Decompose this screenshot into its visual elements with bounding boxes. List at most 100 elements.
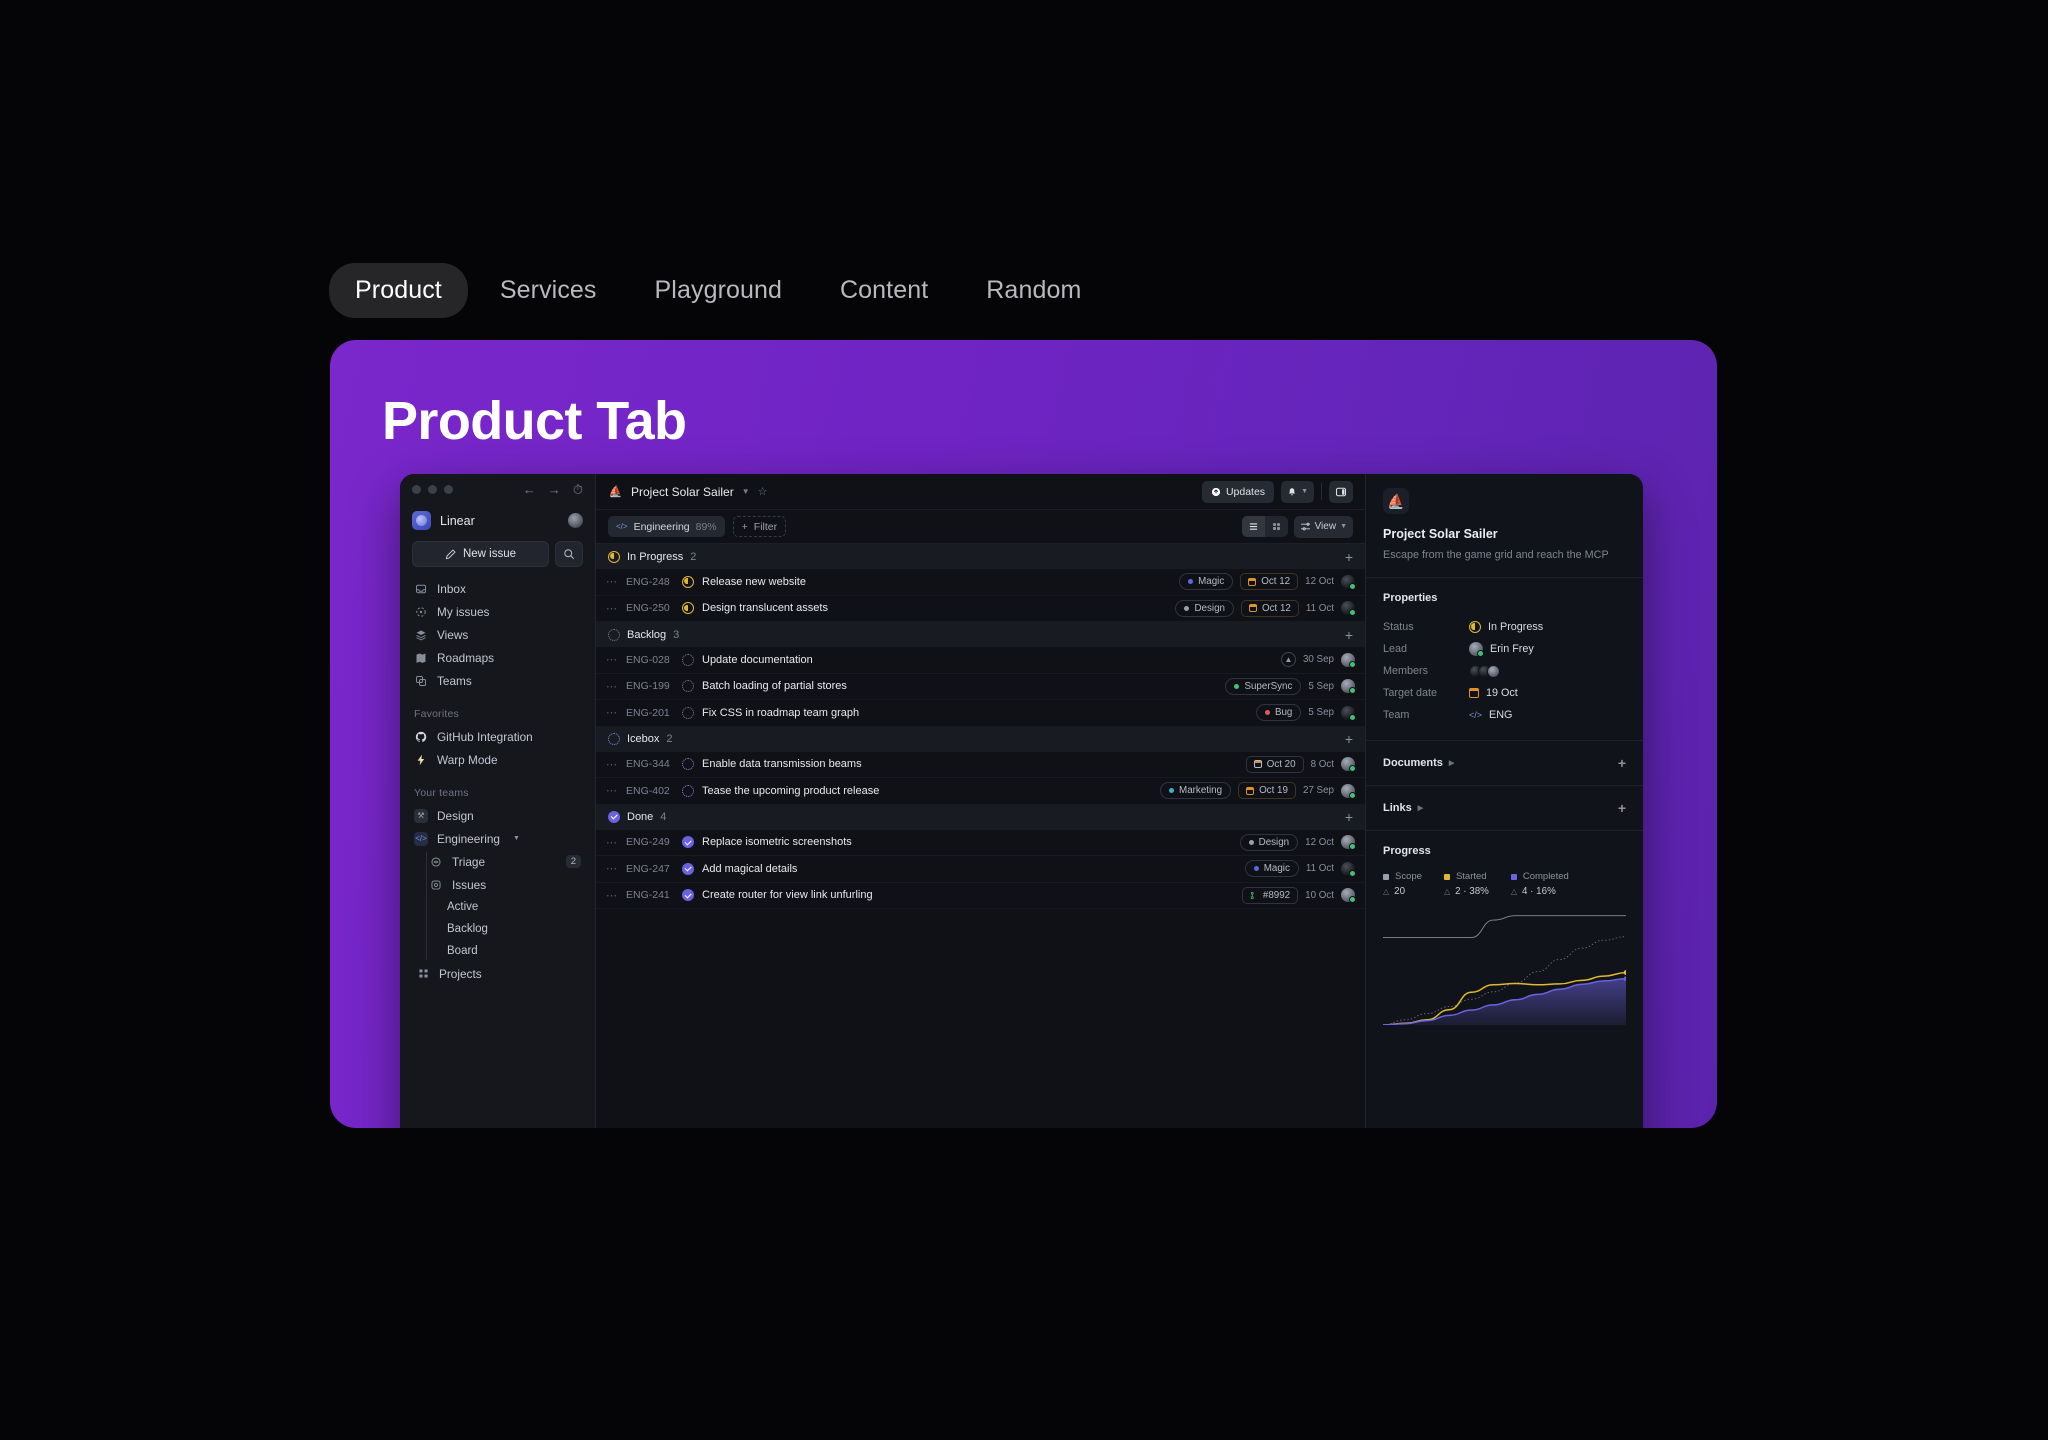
status-done-icon[interactable] — [682, 836, 694, 849]
view-options-button[interactable]: View ▼ — [1293, 515, 1353, 538]
row-menu-icon[interactable]: ⋯ — [606, 575, 618, 588]
sidebar-item-board[interactable]: Board — [421, 940, 587, 962]
row-menu-icon[interactable]: ⋯ — [606, 862, 618, 875]
property-value[interactable]: </> ENG — [1469, 709, 1512, 721]
sidebar-item-design-team[interactable]: ⚒ Design — [408, 804, 587, 827]
links-section[interactable]: Links ▶ + — [1366, 786, 1643, 832]
sidebar-item-roadmaps[interactable]: Roadmaps — [408, 646, 587, 669]
tab-services[interactable]: Services — [474, 263, 623, 318]
sidebar-item-issues[interactable]: Issues — [421, 873, 587, 896]
sidebar-item-teams[interactable]: Teams — [408, 669, 587, 692]
avatar[interactable] — [1341, 835, 1356, 851]
label-tag[interactable]: Design — [1239, 833, 1299, 851]
sidebar-item-my-issues[interactable]: My issues — [408, 600, 587, 623]
add-filter-button[interactable]: + Filter — [732, 516, 787, 537]
avatar[interactable] — [1341, 705, 1356, 721]
due-date-chip[interactable]: Oct 12 — [1240, 573, 1299, 591]
search-button[interactable] — [555, 541, 583, 567]
tab-playground[interactable]: Playground — [629, 263, 808, 318]
row-menu-icon[interactable]: ⋯ — [606, 758, 618, 771]
chevron-down-icon[interactable]: ▼ — [513, 835, 520, 842]
new-issue-button[interactable]: New issue — [412, 541, 549, 567]
history-clock-icon[interactable]: ⏱ — [573, 483, 583, 496]
status-in-progress-icon[interactable] — [682, 602, 694, 615]
table-row[interactable]: ⋯ ENG-248 Release new website Magic Oct … — [596, 569, 1365, 596]
property-value[interactable]: In Progress — [1469, 621, 1543, 634]
table-row[interactable]: ⋯ ENG-241 Create router for view link un… — [596, 883, 1365, 909]
updates-button[interactable]: Updates — [1201, 480, 1275, 503]
table-row[interactable]: ⋯ ENG-402 Tease the upcoming product rel… — [596, 778, 1365, 805]
add-issue-button[interactable]: + — [1345, 809, 1353, 825]
avatar[interactable] — [1341, 574, 1356, 590]
sidebar-item-engineering-team[interactable]: </> Engineering ▼ — [408, 827, 587, 850]
star-icon[interactable]: ☆ — [758, 485, 768, 498]
sidebar-item-backlog[interactable]: Backlog — [421, 918, 587, 940]
tab-random[interactable]: Random — [960, 263, 1107, 318]
group-header-backlog[interactable]: Backlog 3 + — [596, 622, 1365, 647]
add-link-button[interactable]: + — [1618, 800, 1626, 816]
status-icebox-icon[interactable] — [682, 784, 694, 797]
avatar[interactable] — [1341, 783, 1356, 799]
toggle-panel-button[interactable] — [1329, 480, 1353, 503]
workspace-switcher[interactable]: Linear — [400, 504, 595, 539]
label-tag[interactable]: Design — [1175, 599, 1234, 617]
sidebar-item-inbox[interactable]: Inbox — [408, 577, 587, 600]
add-issue-button[interactable]: + — [1345, 731, 1353, 747]
avatar[interactable] — [1341, 757, 1356, 773]
status-done-icon[interactable] — [682, 889, 694, 902]
status-backlog-icon[interactable] — [682, 653, 694, 666]
avatar[interactable] — [1341, 679, 1356, 695]
row-menu-icon[interactable]: ⋯ — [606, 602, 618, 615]
label-tag[interactable]: Magic — [1244, 860, 1299, 878]
chevron-right-icon[interactable]: ▶ — [1449, 759, 1454, 767]
table-row[interactable]: ⋯ ENG-247 Add magical details Magic 11 O… — [596, 856, 1365, 883]
label-tag[interactable]: Magic — [1179, 573, 1234, 591]
row-menu-icon[interactable]: ⋯ — [606, 836, 618, 849]
status-in-progress-icon[interactable] — [682, 575, 694, 588]
back-arrow-icon[interactable]: ← — [523, 483, 536, 496]
avatar[interactable] — [1341, 888, 1356, 904]
group-header-done[interactable]: Done 4 + — [596, 804, 1365, 830]
sidebar-item-views[interactable]: Views — [408, 623, 587, 646]
chevron-right-icon[interactable]: ▶ — [1418, 804, 1423, 812]
sidebar-item-active[interactable]: Active — [421, 896, 587, 918]
table-row[interactable]: ⋯ ENG-249 Replace isometric screenshots … — [596, 830, 1365, 856]
tab-content[interactable]: Content — [814, 263, 954, 318]
group-header-icebox[interactable]: Icebox 2 + — [596, 726, 1365, 752]
list-view-button[interactable] — [1241, 516, 1265, 537]
table-row[interactable]: ⋯ ENG-028 Update documentation ▲ 30 Sep — [596, 647, 1365, 674]
documents-section[interactable]: Documents ▶ + — [1366, 741, 1643, 787]
priority-warning-icon[interactable]: ▲ — [1280, 652, 1296, 668]
label-tag[interactable]: SuperSync — [1225, 677, 1302, 695]
row-menu-icon[interactable]: ⋯ — [606, 653, 618, 666]
user-avatar[interactable] — [568, 513, 583, 528]
avatar[interactable] — [1341, 652, 1356, 668]
forward-arrow-icon[interactable]: → — [548, 483, 561, 496]
due-date-chip[interactable]: Oct 19 — [1238, 782, 1296, 800]
table-row[interactable]: ⋯ ENG-250 Design translucent assets Desi… — [596, 596, 1365, 622]
due-date-chip[interactable]: Oct 20 — [1245, 755, 1304, 773]
property-value[interactable]: Erin Frey — [1469, 642, 1534, 658]
tab-product[interactable]: Product — [329, 263, 468, 318]
table-row[interactable]: ⋯ ENG-344 Enable data transmission beams… — [596, 752, 1365, 778]
window-maximize-dot[interactable] — [444, 484, 453, 494]
row-menu-icon[interactable]: ⋯ — [606, 889, 618, 902]
add-issue-button[interactable]: + — [1345, 627, 1353, 643]
table-row[interactable]: ⋯ ENG-201 Fix CSS in roadmap team graph … — [596, 700, 1365, 727]
github-pr-chip[interactable]: #8992 — [1241, 886, 1299, 904]
label-tag[interactable]: Bug — [1255, 704, 1302, 722]
property-value[interactable] — [1469, 664, 1500, 678]
sidebar-item-projects[interactable]: Projects — [408, 962, 587, 985]
table-row[interactable]: ⋯ ENG-199 Batch loading of partial store… — [596, 674, 1365, 700]
row-menu-icon[interactable]: ⋯ — [606, 680, 618, 693]
window-close-dot[interactable] — [412, 484, 421, 494]
add-issue-button[interactable]: + — [1345, 549, 1353, 565]
notifications-button[interactable]: ▼ — [1281, 480, 1314, 503]
status-backlog-icon[interactable] — [682, 680, 694, 693]
row-menu-icon[interactable]: ⋯ — [606, 784, 618, 797]
sidebar-item-warp-mode[interactable]: Warp Mode — [408, 748, 587, 771]
group-header-in-progress[interactable]: In Progress 2 + — [596, 544, 1365, 569]
sidebar-item-triage[interactable]: Triage 2 — [421, 850, 587, 873]
add-document-button[interactable]: + — [1618, 755, 1626, 771]
property-value[interactable]: 19 Oct — [1469, 687, 1518, 699]
